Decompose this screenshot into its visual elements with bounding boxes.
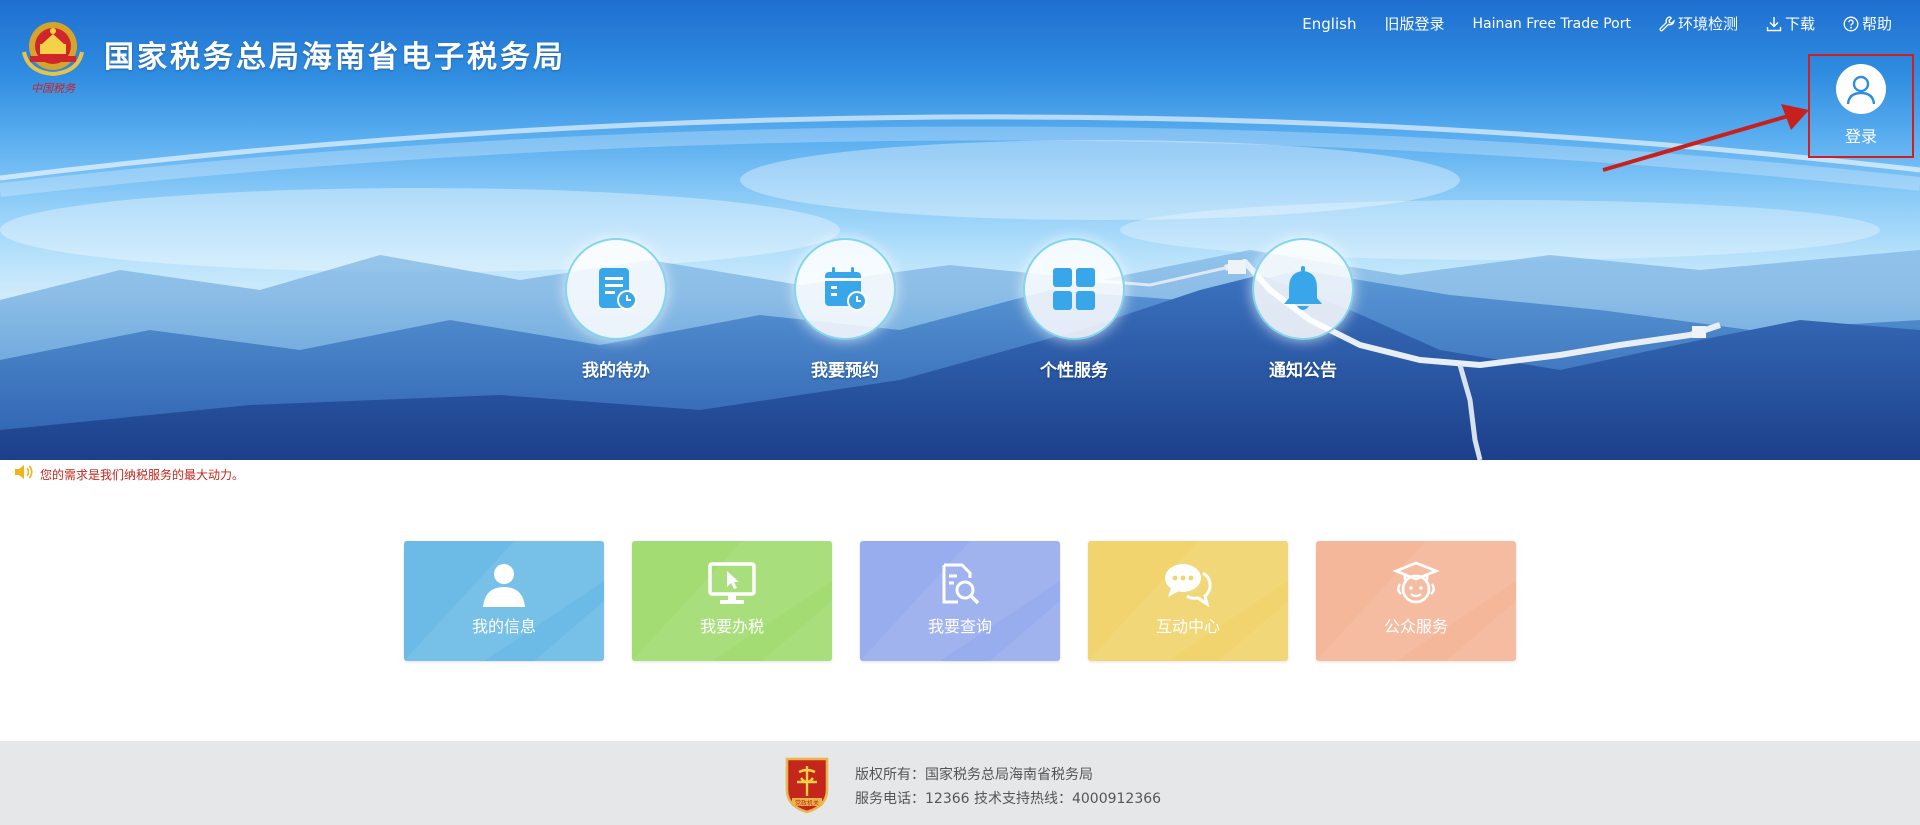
badge-text: 党政机关 xyxy=(795,799,819,807)
tile-public-service[interactable]: 公众服务 xyxy=(1316,541,1516,661)
nav-env-check-link[interactable]: 环境检测 xyxy=(1659,13,1738,34)
grid-squares-icon xyxy=(1023,238,1125,340)
nav-english-label: English xyxy=(1302,14,1357,33)
monitor-cursor-icon xyxy=(707,561,757,607)
emblem-caption: 中国税务 xyxy=(31,82,75,95)
tile-my-info[interactable]: 我的信息 xyxy=(404,541,604,661)
document-search-icon xyxy=(935,561,985,607)
nav-old-login-link[interactable]: 旧版登录 xyxy=(1384,13,1444,34)
tile-interaction-center-label: 互动中心 xyxy=(1155,617,1220,636)
quick-service-todo[interactable]: 我的待办 xyxy=(546,238,686,381)
graduate-icon xyxy=(1391,561,1441,607)
nav-download-label: 下载 xyxy=(1784,15,1815,33)
national-emblem-logo: 中国税务 xyxy=(18,12,88,98)
bell-icon xyxy=(1252,238,1354,340)
notice-bar: 您的需求是我们纳税服务的最大动力。 xyxy=(14,464,244,485)
tile-interaction-center[interactable]: 互动中心 xyxy=(1088,541,1288,661)
chat-bubbles-icon xyxy=(1163,561,1213,607)
help-circle-icon xyxy=(1843,16,1859,32)
quick-service-notices[interactable]: 通知公告 xyxy=(1233,238,1373,381)
nav-env-check-label: 环境检测 xyxy=(1677,15,1738,33)
header-banner: 中国税务 国家税务总局海南省电子税务局 English 旧版登录 Hainan … xyxy=(0,0,1920,460)
top-nav: English 旧版登录 Hainan Free Trade Port 环境检测… xyxy=(1274,13,1892,34)
quick-service-personal[interactable]: 个性服务 xyxy=(1004,238,1144,381)
tile-query-label: 我要查询 xyxy=(927,617,992,636)
quick-service-appointment-label: 我要预约 xyxy=(811,361,879,381)
user-avatar-icon xyxy=(1836,64,1886,114)
party-government-badge-logo: 党政机关 xyxy=(784,756,830,814)
tile-public-service-label: 公众服务 xyxy=(1383,617,1448,636)
download-icon xyxy=(1766,16,1782,32)
footer-info: 版权所有：国家税务总局海南省税务局 服务电话：12366 技术支持热线：4000… xyxy=(855,763,1161,811)
annotation-arrow-icon xyxy=(1602,104,1809,172)
footer-copyright: 版权所有：国家税务总局海南省税务局 xyxy=(855,767,1093,783)
nav-english-link[interactable]: English xyxy=(1302,15,1356,33)
speaker-icon xyxy=(14,464,34,485)
nav-help-label: 帮助 xyxy=(1861,15,1892,33)
wrench-icon xyxy=(1659,15,1675,32)
nav-old-login-label: 旧版登录 xyxy=(1384,15,1445,33)
calendar-clock-icon xyxy=(794,238,896,340)
quick-service-notices-label: 通知公告 xyxy=(1269,361,1337,381)
brand: 中国税务 国家税务总局海南省电子税务局 xyxy=(18,12,566,98)
quick-service-personal-label: 个性服务 xyxy=(1040,361,1108,381)
tile-tax-handling-label: 我要办税 xyxy=(699,617,764,636)
nav-download-link[interactable]: 下载 xyxy=(1766,13,1815,34)
nav-hainan-ftp-link[interactable]: Hainan Free Trade Port xyxy=(1472,16,1630,32)
todo-document-clock-icon xyxy=(565,238,667,340)
nav-help-link[interactable]: 帮助 xyxy=(1843,13,1892,34)
quick-service-appointment[interactable]: 我要预约 xyxy=(775,238,915,381)
quick-service-todo-label: 我的待办 xyxy=(582,361,650,381)
user-icon xyxy=(479,561,529,607)
footer: 党政机关 版权所有：国家税务总局海南省税务局 服务电话：12366 技术支持热线… xyxy=(0,741,1920,825)
nav-hainan-ftp-label: Hainan Free Trade Port xyxy=(1472,15,1631,32)
tile-query[interactable]: 我要查询 xyxy=(860,541,1060,661)
login-label: 登录 xyxy=(1844,127,1877,146)
footer-contact: 服务电话：12366 技术支持热线：4000912366 xyxy=(855,791,1162,807)
site-title: 国家税务总局海南省电子税务局 xyxy=(104,40,566,75)
notice-text: 您的需求是我们纳税服务的最大动力。 xyxy=(40,468,245,482)
tile-my-info-label: 我的信息 xyxy=(471,617,536,636)
tile-tax-handling[interactable]: 我要办税 xyxy=(632,541,832,661)
